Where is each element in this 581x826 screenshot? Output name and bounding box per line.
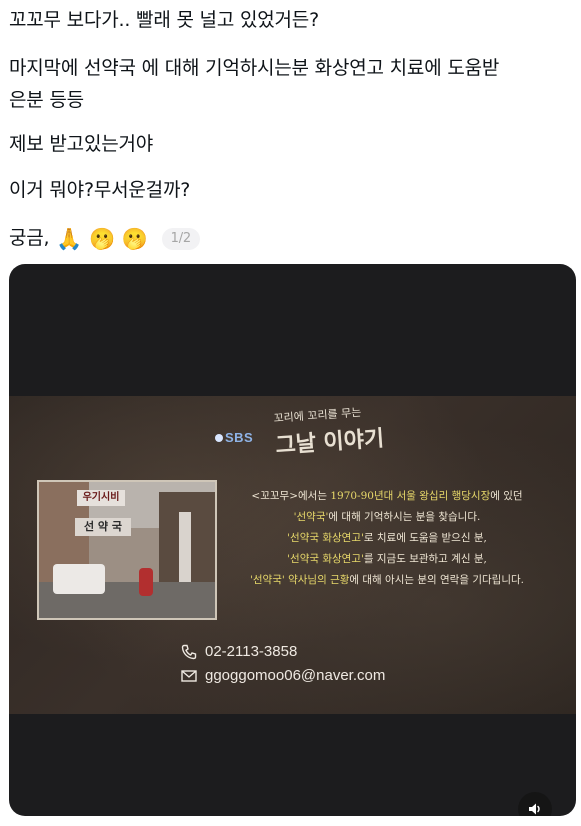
- video-caption: <꼬꼬무>에서는 1970-90년대 서울 왕십리 행당시장에 있던 '선약국'…: [217, 486, 557, 591]
- post-line: 은분 등등: [9, 89, 84, 111]
- video-player[interactable]: SBS 꼬리에 꼬리를 무는 그날 이야기 우기시비 선 약 국 <꼬꼬무>에서…: [9, 264, 576, 816]
- caption-line: '선약국 화상연고'로 치료에 도움을 받으신 분,: [287, 532, 487, 544]
- phone-row: 02-2113-3858: [181, 640, 385, 664]
- mute-button[interactable]: [518, 792, 552, 816]
- caption-line: '선약국 화상연고'를 지금도 보관하고 계신 분,: [287, 553, 487, 565]
- photo-sign-pharmacy: 선 약 국: [75, 518, 131, 536]
- post-line-emoji: 궁금, 🙏 🫢 🫢 1/2: [9, 224, 200, 252]
- email-address: ggoggomoo06@naver.com: [205, 667, 386, 684]
- phone-number: 02-2113-3858: [205, 643, 298, 660]
- video-frame[interactable]: SBS 꼬리에 꼬리를 무는 그날 이야기 우기시비 선 약 국 <꼬꼬무>에서…: [9, 396, 576, 816]
- post-line: 꼬꼬무 보다가.. 빨래 못 널고 있었거든?: [9, 9, 319, 31]
- caption-line: '선약국'에 대해 기억하시는 분을 찾습니다.: [293, 511, 481, 523]
- post-line-text: 궁금,: [9, 227, 50, 249]
- post-line: 마지막에 선약국 에 대해 기억하시는분 화상연고 치료에 도움받: [9, 57, 500, 79]
- hand-over-mouth-emoji: 🫢: [121, 227, 148, 251]
- caption-line: <꼬꼬무>에서는 1970-90년대 서울 왕십리 행당시장에 있던: [251, 490, 523, 502]
- phone-icon: [181, 644, 197, 660]
- folded-hands-emoji: 🙏: [56, 227, 83, 251]
- contact-info: 02-2113-3858 ggoggomoo06@naver.com: [181, 640, 385, 688]
- speaker-icon: [529, 803, 540, 815]
- email-row: ggoggomoo06@naver.com: [181, 664, 385, 688]
- pharmacy-photo: 우기시비 선 약 국: [37, 480, 217, 620]
- post-line: 제보 받고있는거야: [9, 133, 154, 155]
- photo-sign-top: 우기시비: [77, 490, 125, 506]
- post-line: 이거 뭐야?무서운걸까?: [9, 179, 191, 201]
- media-counter-badge: 1/2: [161, 228, 200, 250]
- sbs-logo-dot-icon: [215, 434, 223, 442]
- sbs-logo: SBS: [215, 430, 253, 445]
- caption-line: '선약국' 약사님의 근황에 대해 아시는 분의 연락을 기다립니다.: [250, 574, 524, 586]
- hand-over-mouth-emoji: 🫢: [89, 227, 115, 251]
- mail-icon: [181, 670, 197, 682]
- show-title-logo: 꼬리에 꼬리를 무는 그날 이야기: [273, 402, 385, 459]
